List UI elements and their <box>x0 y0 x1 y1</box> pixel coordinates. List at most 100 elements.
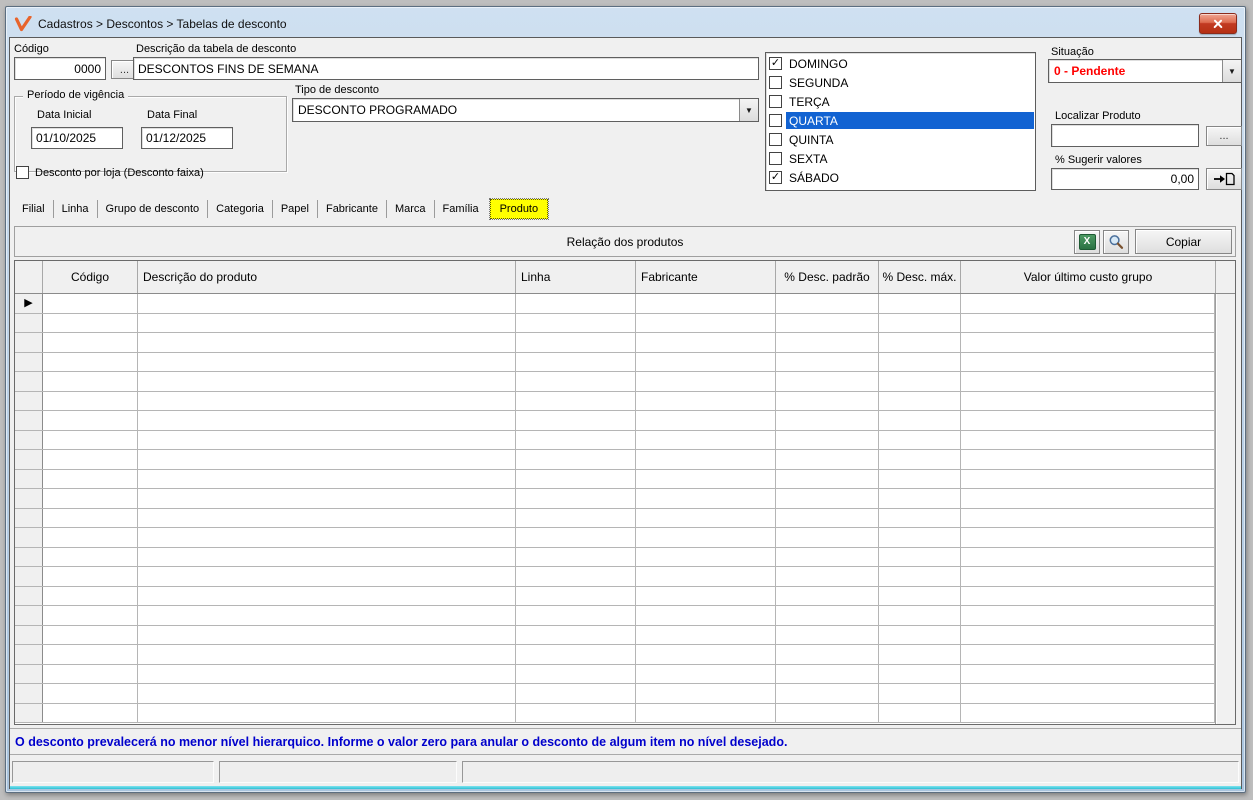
grid-cell[interactable] <box>776 353 879 372</box>
vertical-scrollbar[interactable] <box>1215 294 1235 724</box>
weekday-item[interactable]: SEXTA <box>767 149 1034 168</box>
weekday-checkbox[interactable] <box>769 133 782 146</box>
grid-cell[interactable] <box>138 509 516 528</box>
grid-cell[interactable] <box>879 431 961 450</box>
grid-cell[interactable] <box>961 587 1215 606</box>
grid-column-header[interactable]: Código <box>43 261 138 293</box>
tab-grupo-de-desconto[interactable]: Grupo de desconto <box>97 200 208 218</box>
grid-cell[interactable] <box>138 353 516 372</box>
table-row[interactable] <box>15 392 1215 412</box>
grid-cell[interactable] <box>43 392 138 411</box>
grid-cell[interactable] <box>636 684 776 703</box>
grid-cell[interactable] <box>776 587 879 606</box>
grid-cell[interactable] <box>879 626 961 645</box>
row-selector-cell[interactable] <box>15 431 43 450</box>
grid-cell[interactable] <box>43 528 138 547</box>
grid-cell[interactable] <box>43 431 138 450</box>
grid-cell[interactable] <box>138 606 516 625</box>
grid-cell[interactable] <box>879 548 961 567</box>
grid-cell[interactable] <box>43 333 138 352</box>
grid-cell[interactable] <box>516 587 636 606</box>
grid-cell[interactable] <box>138 411 516 430</box>
grid-cell[interactable] <box>776 509 879 528</box>
grid-cell[interactable] <box>43 684 138 703</box>
grid-column-header[interactable]: Fabricante <box>636 261 776 293</box>
grid-cell[interactable] <box>961 353 1215 372</box>
grid-cell[interactable] <box>961 411 1215 430</box>
grid-cell[interactable] <box>879 333 961 352</box>
grid-cell[interactable] <box>636 587 776 606</box>
search-products-button[interactable] <box>1103 230 1129 254</box>
sugerir-valores-field[interactable]: 0,00 <box>1051 168 1199 190</box>
grid-cell[interactable] <box>43 509 138 528</box>
grid-cell[interactable] <box>43 372 138 391</box>
grid-cell[interactable] <box>138 684 516 703</box>
table-row[interactable] <box>15 333 1215 353</box>
grid-cell[interactable] <box>961 665 1215 684</box>
grid-cell[interactable] <box>516 372 636 391</box>
desconto-por-loja-checkbox[interactable] <box>16 166 29 179</box>
grid-cell[interactable] <box>43 587 138 606</box>
grid-cell[interactable] <box>879 489 961 508</box>
grid-cell[interactable] <box>636 353 776 372</box>
row-selector-cell[interactable] <box>15 665 43 684</box>
weekday-checkbox[interactable] <box>769 152 782 165</box>
grid-cell[interactable] <box>516 450 636 469</box>
row-selector-cell[interactable] <box>15 372 43 391</box>
grid-column-header[interactable]: Linha <box>516 261 636 293</box>
grid-cell[interactable] <box>516 626 636 645</box>
grid-cell[interactable] <box>516 333 636 352</box>
grid-cell[interactable] <box>516 548 636 567</box>
table-row[interactable] <box>15 665 1215 685</box>
table-row[interactable] <box>15 353 1215 373</box>
grid-column-header[interactable]: % Desc. padrão <box>776 261 879 293</box>
grid-cell[interactable] <box>138 489 516 508</box>
grid-cell[interactable] <box>879 684 961 703</box>
table-row[interactable] <box>15 314 1215 334</box>
grid-cell[interactable] <box>138 314 516 333</box>
row-selector-cell[interactable] <box>15 489 43 508</box>
grid-cell[interactable] <box>879 450 961 469</box>
grid-cell[interactable] <box>138 645 516 664</box>
row-selector-cell[interactable] <box>15 528 43 547</box>
grid-cell[interactable] <box>776 294 879 313</box>
desconto-por-loja-checkbox-row[interactable]: Desconto por loja (Desconto faixa) <box>16 166 204 179</box>
grid-cell[interactable] <box>776 704 879 723</box>
weekday-checkbox[interactable]: ✓ <box>769 171 782 184</box>
grid-cell[interactable] <box>879 372 961 391</box>
tipo-desconto-dropdown-arrow-icon[interactable]: ▼ <box>739 99 758 121</box>
grid-cell[interactable] <box>879 353 961 372</box>
grid-cell[interactable] <box>961 626 1215 645</box>
weekday-checkbox[interactable] <box>769 114 782 127</box>
grid-cell[interactable] <box>636 470 776 489</box>
table-row[interactable] <box>15 548 1215 568</box>
table-row[interactable] <box>15 684 1215 704</box>
tab-família[interactable]: Família <box>434 200 487 218</box>
tab-filial[interactable]: Filial <box>14 200 53 218</box>
export-excel-button[interactable]: X <box>1074 230 1100 254</box>
grid-cell[interactable] <box>43 411 138 430</box>
situacao-dropdown-arrow-icon[interactable]: ▼ <box>1222 60 1241 82</box>
grid-column-header[interactable]: Descrição do produto <box>138 261 516 293</box>
grid-cell[interactable] <box>43 353 138 372</box>
row-selector-cell[interactable] <box>15 450 43 469</box>
grid-cell[interactable] <box>516 489 636 508</box>
grid-cell[interactable] <box>516 353 636 372</box>
grid-cell[interactable] <box>43 665 138 684</box>
row-selector-cell[interactable] <box>15 509 43 528</box>
grid-cell[interactable] <box>776 372 879 391</box>
table-row[interactable] <box>15 509 1215 529</box>
weekday-item[interactable]: SEGUNDA <box>767 73 1034 92</box>
grid-column-header[interactable]: Valor último custo grupo <box>961 261 1216 293</box>
grid-cell[interactable] <box>138 372 516 391</box>
grid-cell[interactable] <box>516 470 636 489</box>
codigo-field[interactable]: 0000 <box>14 57 106 80</box>
weekday-checkbox[interactable]: ✓ <box>769 57 782 70</box>
grid-cell[interactable] <box>879 392 961 411</box>
grid-cell[interactable] <box>776 392 879 411</box>
grid-cell[interactable] <box>636 372 776 391</box>
grid-cell[interactable] <box>516 645 636 664</box>
grid-cell[interactable] <box>516 567 636 586</box>
weekday-item[interactable]: QUARTA <box>767 111 1034 130</box>
row-selector-cell[interactable] <box>15 548 43 567</box>
